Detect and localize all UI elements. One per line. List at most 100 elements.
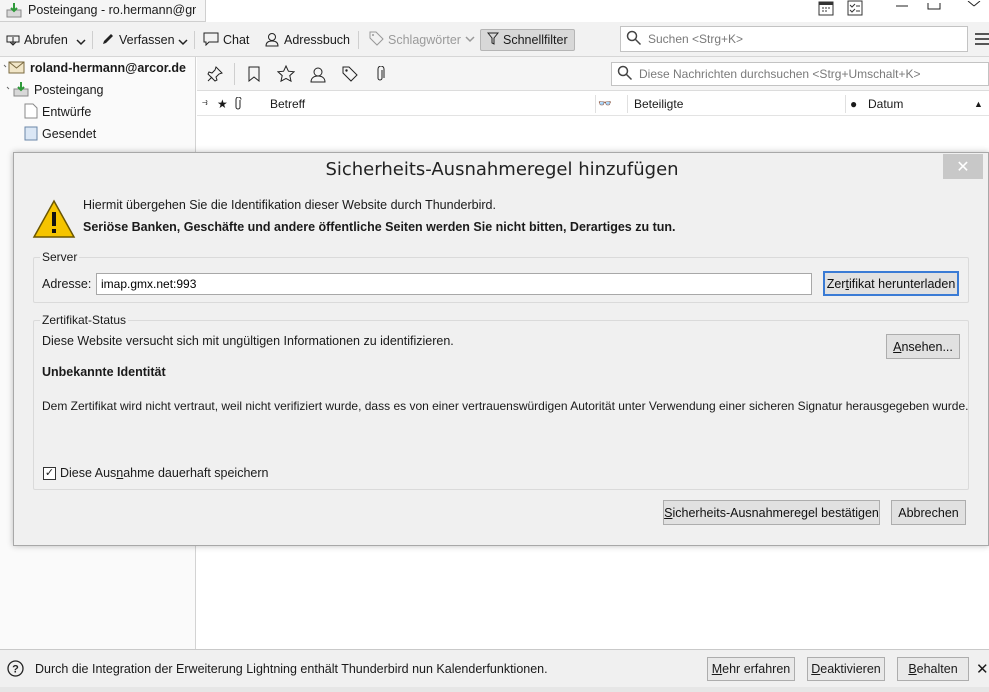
main-toolbar: Abrufen Verfassen Chat Adressbuch Schlag… (0, 22, 989, 57)
attachment-icon[interactable] (375, 65, 385, 85)
address-input[interactable] (96, 273, 812, 295)
checkbox-checked-icon: ✓ (43, 466, 56, 480)
close-icon[interactable]: ✕ (976, 660, 989, 678)
quick-filter-label: Schnellfilter (503, 33, 568, 47)
menu-icon[interactable] (975, 32, 989, 49)
message-search-input[interactable]: Diese Nachrichten durchsuchen <Strg+Umsc… (611, 62, 989, 86)
checkbox-text: Diese Aus (60, 466, 117, 480)
search-icon (617, 65, 633, 84)
identity-description: Dem Zertifikat wird nicht vertraut, weil… (42, 399, 969, 413)
tab-title: Posteingang - ro.hermann@gm (28, 3, 196, 17)
status-bar (0, 687, 989, 692)
checkbox-text: ahme dauerhaft speichern (123, 466, 269, 480)
column-divider (627, 95, 628, 113)
minimize-icon[interactable] (893, 0, 911, 14)
help-icon: ? (7, 660, 24, 680)
get-mail-label: Abrufen (24, 33, 68, 47)
certificate-status-label: Zertifikat-Status (40, 313, 129, 327)
chat-label: Chat (223, 33, 250, 47)
star-icon[interactable] (276, 64, 296, 86)
keep-button[interactable]: Behalten (897, 657, 969, 681)
folder-label: Entwürfe (42, 105, 92, 119)
pin-icon[interactable] (207, 66, 223, 85)
tag-icon[interactable] (342, 66, 358, 85)
maximize-icon[interactable] (925, 0, 943, 14)
notification-text: Durch die Integration der Erweiterung Li… (35, 662, 548, 676)
permanent-exception-checkbox[interactable]: ✓ Diese Ausnahme dauerhaft speichern (43, 466, 268, 480)
get-mail-button[interactable]: Abrufen (6, 29, 68, 51)
quick-filter-button[interactable]: Schnellfilter (480, 29, 575, 51)
inbox-icon (6, 2, 22, 21)
account-mail-icon (2, 59, 26, 78)
cancel-button[interactable]: Abbrechen (891, 500, 966, 525)
access-key: S (664, 505, 673, 520)
account-name: roland-hermann@arcor.de (30, 61, 186, 75)
star-column-icon[interactable]: ★ (217, 97, 228, 111)
notification-bar: ? Durch die Integration der Erweiterung … (0, 649, 989, 687)
download-certificate-button[interactable]: Zer t ifikat herunterladen (823, 271, 959, 296)
warning-line-2: Seriöse Banken, Geschäfte und andere öff… (83, 220, 676, 234)
button-text: Zer (826, 276, 846, 291)
global-search-input[interactable]: Suchen <Strg+K> (620, 26, 968, 52)
attachment-column-icon[interactable] (234, 96, 242, 113)
tab-bar: Posteingang - ro.hermann@gm (0, 0, 989, 22)
button-text: ifikat herunterladen (848, 276, 956, 291)
tags-button[interactable]: Schlagwörter (369, 29, 475, 51)
button-text: eaktivieren (820, 662, 881, 676)
folder-label: Posteingang (34, 83, 104, 97)
chat-bubble-icon (203, 32, 219, 49)
tasks-icon[interactable] (847, 0, 863, 19)
column-subject[interactable]: Betreff (270, 97, 305, 111)
tab-inbox[interactable]: Posteingang - ro.hermann@gm (0, 0, 206, 22)
compose-button[interactable]: Verfassen (101, 29, 175, 51)
view-certificate-button[interactable]: Ansehen... (886, 334, 960, 359)
sort-ascending-icon: ▲ (974, 99, 983, 109)
read-status-column-icon[interactable]: 👓 (598, 97, 612, 110)
deactivate-button[interactable]: Deaktivieren (807, 657, 885, 681)
dialog-close-button[interactable]: ✕ (943, 154, 983, 179)
toolbar-divider (358, 31, 359, 49)
server-group: Server Adresse: Zertifikat herunterladen (33, 250, 969, 303)
chat-button[interactable]: Chat (203, 29, 249, 51)
sent-icon (24, 125, 38, 144)
junk-column-icon[interactable]: ● (850, 97, 857, 111)
column-date[interactable]: Datum (868, 97, 903, 111)
folder-sent[interactable]: Gesendet (24, 124, 96, 144)
identity-title: Unbekannte Identität (42, 365, 166, 379)
pencil-icon (101, 32, 115, 49)
access-key: M (711, 662, 723, 676)
button-text: ehr erfahren (722, 662, 791, 676)
dialog-title: Sicherheits-Ausnahmeregel hinzufügen (325, 159, 679, 180)
certificate-status-text: Diese Website versucht sich mit ungültig… (42, 334, 454, 348)
tag-icon (369, 31, 384, 49)
account-row[interactable]: roland-hermann@arcor.de (2, 58, 186, 78)
address-book-button[interactable]: Adressbuch (264, 29, 350, 51)
button-text: icherheits-Ausnahmeregel bestätigen (672, 505, 879, 520)
global-search-placeholder: Suchen <Strg+K> (648, 32, 744, 46)
folder-label: Gesendet (42, 127, 97, 141)
chevron-down-icon[interactable] (178, 36, 188, 50)
download-icon (6, 32, 20, 49)
folder-inbox[interactable]: Posteingang (6, 80, 104, 100)
folder-drafts[interactable]: Entwürfe (24, 102, 91, 122)
learn-more-button[interactable]: Mehr erfahren (707, 657, 795, 681)
thread-column-icon[interactable]: ⥽ (202, 97, 208, 108)
confirm-exception-button[interactable]: Sicherheits-Ausnahmeregel bestätigen (663, 500, 880, 525)
access-key: B (908, 662, 917, 676)
button-text: nsehen... (901, 339, 953, 354)
message-search-placeholder: Diese Nachrichten durchsuchen <Strg+Umsc… (639, 67, 921, 81)
quick-filter-bar: Diese Nachrichten durchsuchen <Strg+Umsc… (197, 57, 989, 91)
column-divider (595, 95, 596, 113)
toolbar-divider (92, 31, 93, 49)
svg-text:?: ? (12, 664, 19, 676)
calendar-icon[interactable] (818, 0, 834, 19)
chevron-down-icon[interactable] (76, 36, 86, 50)
unread-filter-icon[interactable] (247, 66, 261, 85)
close-window-icon[interactable] (956, 0, 989, 10)
column-correspondents[interactable]: Beteiligte (634, 97, 683, 111)
chevron-down-icon (465, 33, 475, 47)
contact-filter-icon[interactable] (309, 65, 327, 86)
button-text: ehalten (916, 662, 958, 676)
warning-icon (32, 199, 76, 242)
tags-label: Schlagwörter (388, 33, 461, 47)
